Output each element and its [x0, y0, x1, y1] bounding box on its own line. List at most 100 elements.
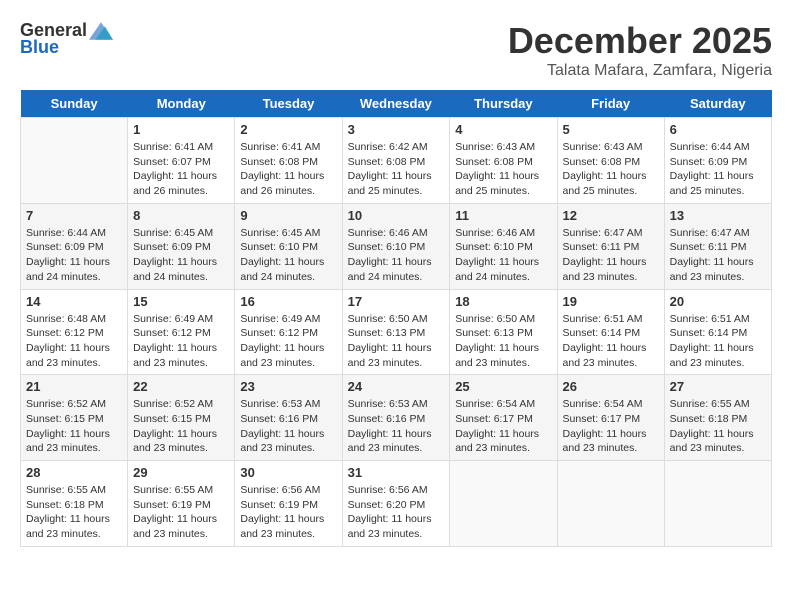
day-cell: 5 Sunrise: 6:43 AMSunset: 6:08 PMDaylight…: [557, 118, 664, 204]
location-title: Talata Mafara, Zamfara, Nigeria: [508, 62, 772, 80]
day-number: 29: [133, 465, 229, 480]
logo: General Blue: [20, 20, 113, 58]
week-row-5: 28 Sunrise: 6:55 AMSunset: 6:18 PMDayligh…: [21, 461, 772, 547]
day-info: Sunrise: 6:54 AMSunset: 6:17 PMDaylight:…: [563, 397, 659, 456]
logo-blue: Blue: [20, 37, 59, 58]
day-number: 13: [670, 208, 766, 223]
day-number: 25: [455, 379, 551, 394]
day-cell: 27 Sunrise: 6:55 AMSunset: 6:18 PMDayligh…: [664, 375, 771, 461]
day-info: Sunrise: 6:42 AMSunset: 6:08 PMDaylight:…: [348, 140, 445, 199]
day-number: 15: [133, 294, 229, 309]
day-info: Sunrise: 6:55 AMSunset: 6:19 PMDaylight:…: [133, 483, 229, 542]
day-number: 3: [348, 122, 445, 137]
day-cell: 6 Sunrise: 6:44 AMSunset: 6:09 PMDaylight…: [664, 118, 771, 204]
day-cell: 26 Sunrise: 6:54 AMSunset: 6:17 PMDayligh…: [557, 375, 664, 461]
day-info: Sunrise: 6:43 AMSunset: 6:08 PMDaylight:…: [563, 140, 659, 199]
day-cell: 22Sunrise: 6:52 AMSunset: 6:15 PMDayligh…: [128, 375, 235, 461]
day-cell: 3 Sunrise: 6:42 AMSunset: 6:08 PMDaylight…: [342, 118, 450, 204]
day-cell: 13 Sunrise: 6:47 AMSunset: 6:11 PMDayligh…: [664, 203, 771, 289]
day-info: Sunrise: 6:49 AMSunset: 6:12 PMDaylight:…: [133, 312, 229, 371]
day-number: 21: [26, 379, 122, 394]
day-header-saturday: Saturday: [664, 90, 771, 118]
week-row-1: 1 Sunrise: 6:41 AMSunset: 6:07 PMDaylight…: [21, 118, 772, 204]
week-row-2: 7 Sunrise: 6:44 AMSunset: 6:09 PMDaylight…: [21, 203, 772, 289]
day-number: 18: [455, 294, 551, 309]
day-cell: 29 Sunrise: 6:55 AMSunset: 6:19 PMDayligh…: [128, 461, 235, 547]
day-info: Sunrise: 6:44 AMSunset: 6:09 PMDaylight:…: [26, 226, 122, 285]
day-info: Sunrise: 6:55 AMSunset: 6:18 PMDaylight:…: [26, 483, 122, 542]
day-info: Sunrise: 6:45 AMSunset: 6:10 PMDaylight:…: [240, 226, 336, 285]
day-number: 7: [26, 208, 122, 223]
day-info: Sunrise: 6:48 AMSunset: 6:12 PMDaylight:…: [26, 312, 122, 371]
day-header-sunday: Sunday: [21, 90, 128, 118]
day-info: Sunrise: 6:41 AMSunset: 6:08 PMDaylight:…: [240, 140, 336, 199]
day-cell: [450, 461, 557, 547]
logo-icon: [89, 21, 113, 41]
day-number: 17: [348, 294, 445, 309]
day-cell: 18 Sunrise: 6:50 AMSunset: 6:13 PMDayligh…: [450, 289, 557, 375]
day-info: Sunrise: 6:53 AMSunset: 6:16 PMDaylight:…: [240, 397, 336, 456]
calendar-table: SundayMondayTuesdayWednesdayThursdayFrid…: [20, 90, 772, 547]
day-cell: 14 Sunrise: 6:48 AMSunset: 6:12 PMDayligh…: [21, 289, 128, 375]
month-title: December 2025: [508, 20, 772, 62]
day-cell: [21, 118, 128, 204]
day-number: 1: [133, 122, 229, 137]
day-cell: 31 Sunrise: 6:56 AMSunset: 6:20 PMDayligh…: [342, 461, 450, 547]
day-cell: 11Sunrise: 6:46 AMSunset: 6:10 PMDayligh…: [450, 203, 557, 289]
day-info: Sunrise: 6:54 AMSunset: 6:17 PMDaylight:…: [455, 397, 551, 456]
day-info: Sunrise: 6:44 AMSunset: 6:09 PMDaylight:…: [670, 140, 766, 199]
day-number: 11: [455, 208, 551, 223]
day-cell: 25 Sunrise: 6:54 AMSunset: 6:17 PMDayligh…: [450, 375, 557, 461]
day-info: Sunrise: 6:52 AMSunset: 6:15 PMDaylight:…: [133, 397, 229, 456]
day-info: Sunrise: 6:51 AMSunset: 6:14 PMDaylight:…: [563, 312, 659, 371]
day-cell: 1 Sunrise: 6:41 AMSunset: 6:07 PMDaylight…: [128, 118, 235, 204]
header-row: SundayMondayTuesdayWednesdayThursdayFrid…: [21, 90, 772, 118]
day-number: 2: [240, 122, 336, 137]
day-info: Sunrise: 6:47 AMSunset: 6:11 PMDaylight:…: [563, 226, 659, 285]
title-section: December 2025 Talata Mafara, Zamfara, Ni…: [508, 20, 772, 80]
day-cell: 30Sunrise: 6:56 AMSunset: 6:19 PMDayligh…: [235, 461, 342, 547]
day-cell: 7 Sunrise: 6:44 AMSunset: 6:09 PMDaylight…: [21, 203, 128, 289]
day-info: Sunrise: 6:46 AMSunset: 6:10 PMDaylight:…: [348, 226, 445, 285]
day-number: 12: [563, 208, 659, 223]
day-number: 27: [670, 379, 766, 394]
day-header-monday: Monday: [128, 90, 235, 118]
day-info: Sunrise: 6:49 AMSunset: 6:12 PMDaylight:…: [240, 312, 336, 371]
day-info: Sunrise: 6:41 AMSunset: 6:07 PMDaylight:…: [133, 140, 229, 199]
day-number: 16: [240, 294, 336, 309]
day-number: 19: [563, 294, 659, 309]
day-number: 26: [563, 379, 659, 394]
day-cell: 24Sunrise: 6:53 AMSunset: 6:16 PMDayligh…: [342, 375, 450, 461]
day-info: Sunrise: 6:56 AMSunset: 6:20 PMDaylight:…: [348, 483, 445, 542]
day-cell: 21 Sunrise: 6:52 AMSunset: 6:15 PMDayligh…: [21, 375, 128, 461]
day-number: 14: [26, 294, 122, 309]
day-header-tuesday: Tuesday: [235, 90, 342, 118]
day-info: Sunrise: 6:50 AMSunset: 6:13 PMDaylight:…: [348, 312, 445, 371]
day-cell: [557, 461, 664, 547]
day-cell: 4Sunrise: 6:43 AMSunset: 6:08 PMDaylight…: [450, 118, 557, 204]
day-info: Sunrise: 6:51 AMSunset: 6:14 PMDaylight:…: [670, 312, 766, 371]
day-info: Sunrise: 6:47 AMSunset: 6:11 PMDaylight:…: [670, 226, 766, 285]
day-cell: 12 Sunrise: 6:47 AMSunset: 6:11 PMDayligh…: [557, 203, 664, 289]
week-row-4: 21 Sunrise: 6:52 AMSunset: 6:15 PMDayligh…: [21, 375, 772, 461]
day-number: 20: [670, 294, 766, 309]
day-info: Sunrise: 6:56 AMSunset: 6:19 PMDaylight:…: [240, 483, 336, 542]
day-number: 6: [670, 122, 766, 137]
day-number: 8: [133, 208, 229, 223]
day-header-friday: Friday: [557, 90, 664, 118]
day-info: Sunrise: 6:50 AMSunset: 6:13 PMDaylight:…: [455, 312, 551, 371]
day-cell: 17 Sunrise: 6:50 AMSunset: 6:13 PMDayligh…: [342, 289, 450, 375]
day-info: Sunrise: 6:52 AMSunset: 6:15 PMDaylight:…: [26, 397, 122, 456]
day-cell: 2 Sunrise: 6:41 AMSunset: 6:08 PMDaylight…: [235, 118, 342, 204]
day-info: Sunrise: 6:55 AMSunset: 6:18 PMDaylight:…: [670, 397, 766, 456]
day-number: 31: [348, 465, 445, 480]
day-number: 4: [455, 122, 551, 137]
day-cell: 10Sunrise: 6:46 AMSunset: 6:10 PMDayligh…: [342, 203, 450, 289]
day-cell: 20 Sunrise: 6:51 AMSunset: 6:14 PMDayligh…: [664, 289, 771, 375]
day-number: 23: [240, 379, 336, 394]
day-cell: 19 Sunrise: 6:51 AMSunset: 6:14 PMDayligh…: [557, 289, 664, 375]
day-number: 5: [563, 122, 659, 137]
week-row-3: 14 Sunrise: 6:48 AMSunset: 6:12 PMDayligh…: [21, 289, 772, 375]
day-number: 28: [26, 465, 122, 480]
day-number: 24: [348, 379, 445, 394]
